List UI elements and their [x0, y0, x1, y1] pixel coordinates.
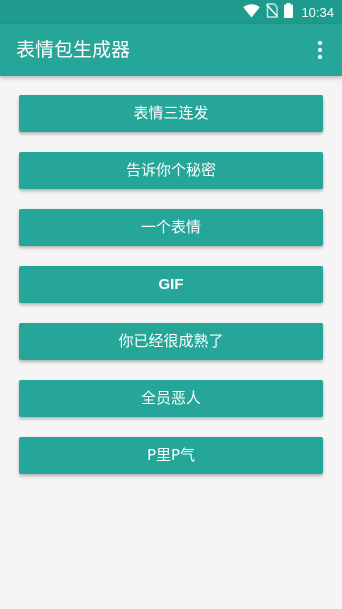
status-icons: 10:34: [243, 0, 334, 24]
app-title: 表情包生成器: [16, 39, 131, 61]
battery-icon: [284, 2, 294, 22]
button-list: 表情三连发 告诉你个秘密 一个表情 GIF 你已经很成熟了 全员恶人 P里P气: [19, 95, 323, 494]
more-vert-icon[interactable]: [308, 38, 332, 62]
button-tell-secret[interactable]: 告诉你个秘密: [19, 152, 323, 189]
menu-dot: [318, 55, 322, 59]
menu-dot: [318, 41, 322, 45]
button-gif[interactable]: GIF: [19, 266, 323, 303]
status-bar: 10:34: [0, 0, 342, 24]
status-time: 10:34: [301, 4, 334, 20]
button-all-villains[interactable]: 全员恶人: [19, 380, 323, 417]
wifi-icon: [243, 3, 261, 22]
no-sim-icon: [266, 2, 279, 22]
button-meme-triple[interactable]: 表情三连发: [19, 95, 323, 132]
app-bar: 表情包生成器: [0, 24, 342, 76]
menu-dot: [318, 48, 322, 52]
button-single-meme[interactable]: 一个表情: [19, 209, 323, 246]
button-so-mature[interactable]: 你已经很成熟了: [19, 323, 323, 360]
button-p-style[interactable]: P里P气: [19, 437, 323, 474]
